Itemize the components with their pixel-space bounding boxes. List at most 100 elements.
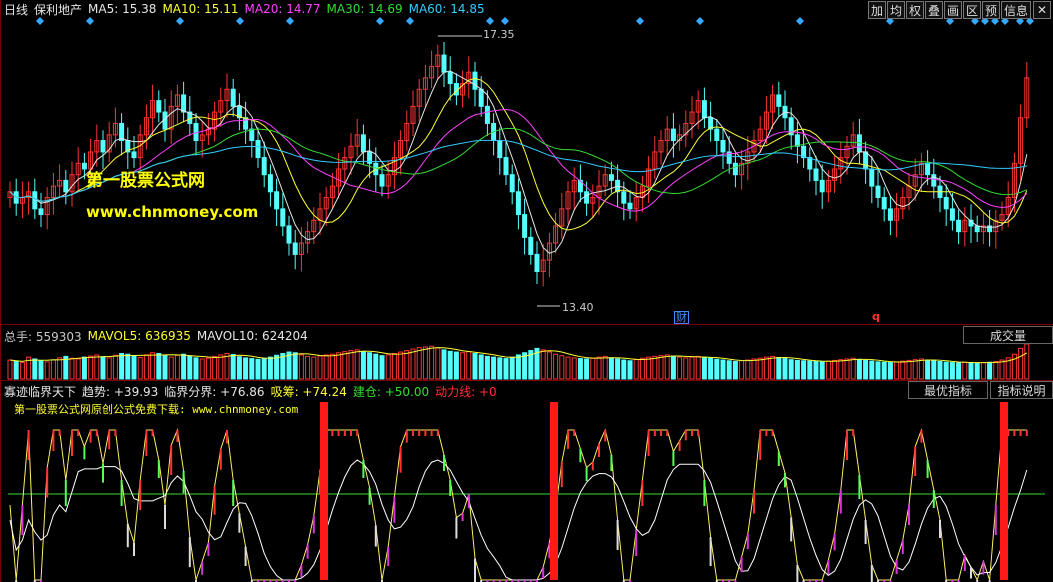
candle-body bbox=[100, 140, 106, 153]
volume-bar bbox=[7, 359, 13, 380]
volume-bar bbox=[788, 359, 794, 380]
volume-bar bbox=[825, 360, 831, 380]
event-diamond-icon bbox=[696, 17, 704, 25]
volume-bar bbox=[664, 354, 670, 380]
candle-body bbox=[379, 174, 385, 187]
volume-bar bbox=[168, 356, 174, 380]
volume-bar bbox=[726, 360, 732, 380]
volume-bar bbox=[162, 355, 168, 380]
volume-bar bbox=[205, 357, 211, 380]
candle-body bbox=[181, 94, 187, 113]
volume-bar bbox=[627, 360, 633, 380]
volume-bar bbox=[912, 359, 918, 380]
volume-bar bbox=[596, 356, 602, 380]
volume-bar bbox=[677, 356, 683, 380]
volume-bar bbox=[181, 353, 187, 380]
volume-bar bbox=[906, 359, 912, 380]
volume-bar bbox=[503, 358, 509, 380]
toolbar-overlay-button[interactable]: 叠 bbox=[925, 1, 943, 19]
candle-body bbox=[863, 151, 869, 170]
candle-body bbox=[701, 100, 707, 119]
volume-header: 总手: 559303 MAVOL5: 636935 MAVOL10: 62420… bbox=[4, 327, 314, 345]
volume-bar bbox=[81, 356, 87, 380]
toolbar-rights-button[interactable]: 权 bbox=[906, 1, 924, 19]
power-line-value: 动力线: +0 bbox=[435, 384, 497, 399]
high-price-label: 17.35 bbox=[483, 28, 515, 41]
volume-bar bbox=[900, 360, 906, 380]
volume-bar bbox=[615, 358, 621, 380]
indicator-name[interactable]: 寡迹临界天下 bbox=[4, 383, 76, 400]
volume-bar bbox=[1024, 343, 1030, 380]
volume-bar bbox=[987, 361, 993, 380]
volume-bar bbox=[441, 349, 447, 380]
candle-body bbox=[584, 191, 590, 204]
volume-bar bbox=[385, 354, 391, 380]
volume-bar bbox=[317, 355, 323, 380]
volume-bar bbox=[887, 362, 893, 380]
q-marker[interactable]: q bbox=[872, 310, 880, 323]
mavol10-value: MAVOL10: 624204 bbox=[196, 329, 308, 343]
volume-bar bbox=[292, 352, 298, 380]
candle-body bbox=[156, 100, 162, 113]
volume-bar bbox=[255, 358, 261, 380]
toolbar-forecast-button[interactable]: 预 bbox=[982, 1, 1000, 19]
mavol5-value: MAVOL5: 636935 bbox=[87, 329, 191, 343]
volume-bar bbox=[373, 353, 379, 380]
toolbar-draw-button[interactable]: 画 bbox=[944, 1, 962, 19]
toolbar-average-button[interactable]: 均 bbox=[887, 1, 905, 19]
volume-bar bbox=[44, 361, 50, 380]
volume-bar bbox=[999, 359, 1005, 380]
candle-body bbox=[193, 122, 199, 142]
toolbar-add-button[interactable]: 加 bbox=[868, 1, 886, 19]
ma5-value: MA5: 15.38 bbox=[88, 2, 157, 16]
volume-bar bbox=[193, 357, 199, 380]
tab-volume[interactable]: 成交量 bbox=[963, 326, 1053, 344]
kline-chart[interactable] bbox=[0, 0, 1053, 582]
candle-body bbox=[528, 236, 534, 255]
buy-signal-bar bbox=[550, 402, 558, 580]
volume-bar bbox=[460, 352, 466, 380]
volume-bar bbox=[261, 357, 267, 380]
volume-bar bbox=[869, 360, 875, 380]
volume-bar bbox=[968, 362, 974, 380]
event-diamond-icon bbox=[36, 17, 44, 25]
low-price-label: 13.40 bbox=[562, 301, 594, 314]
watermark-title: 第一股票公式网 bbox=[86, 171, 205, 191]
volume-bar bbox=[515, 354, 521, 380]
candle-body bbox=[447, 71, 453, 85]
volume-bar bbox=[980, 362, 986, 380]
ma60-value: MA60: 14.85 bbox=[408, 2, 485, 16]
volume-bar bbox=[658, 355, 664, 380]
ma10-value: MA10: 15.11 bbox=[162, 2, 239, 16]
volume-bar bbox=[720, 359, 726, 380]
candle-body bbox=[956, 219, 962, 233]
toolbar-range-button[interactable]: 区 bbox=[963, 1, 981, 19]
volume-indicator-divider bbox=[0, 380, 1053, 381]
close-icon[interactable]: ✕ bbox=[1033, 1, 1051, 19]
indicator-header: 寡迹临界天下 趋势: +39.93 临界分界: +76.86 吸筹: +74.2… bbox=[4, 382, 503, 400]
volume-bar bbox=[683, 357, 689, 380]
candle-body bbox=[441, 54, 447, 73]
candle-body bbox=[931, 174, 937, 187]
event-diamond-icon bbox=[406, 17, 414, 25]
toolbar-info-button[interactable]: 信息 bbox=[1001, 1, 1031, 19]
volume-bar bbox=[323, 354, 329, 380]
volume-bar bbox=[639, 357, 645, 380]
tab-indicator-description[interactable]: 指标说明 bbox=[990, 381, 1053, 399]
finance-report-marker[interactable]: 财 bbox=[674, 311, 689, 324]
candle-body bbox=[875, 185, 881, 198]
volume-bar bbox=[131, 355, 137, 380]
candle-body bbox=[255, 140, 261, 159]
build-value: 建仓: +50.00 bbox=[352, 384, 430, 399]
volume-bar bbox=[112, 354, 118, 380]
candle-body bbox=[280, 208, 286, 227]
period-label: 日线 bbox=[4, 2, 29, 17]
volume-bar bbox=[311, 356, 317, 380]
candle-body bbox=[131, 151, 137, 159]
candle-body bbox=[670, 128, 676, 142]
tab-best-indicator[interactable]: 最优指标 bbox=[908, 381, 988, 399]
chart-toolbar: 加 均 权 叠 画 区 预 信息 bbox=[867, 1, 1031, 19]
volume-bar bbox=[391, 352, 397, 380]
trend-line bbox=[9, 428, 1027, 582]
candle-body bbox=[534, 253, 540, 273]
